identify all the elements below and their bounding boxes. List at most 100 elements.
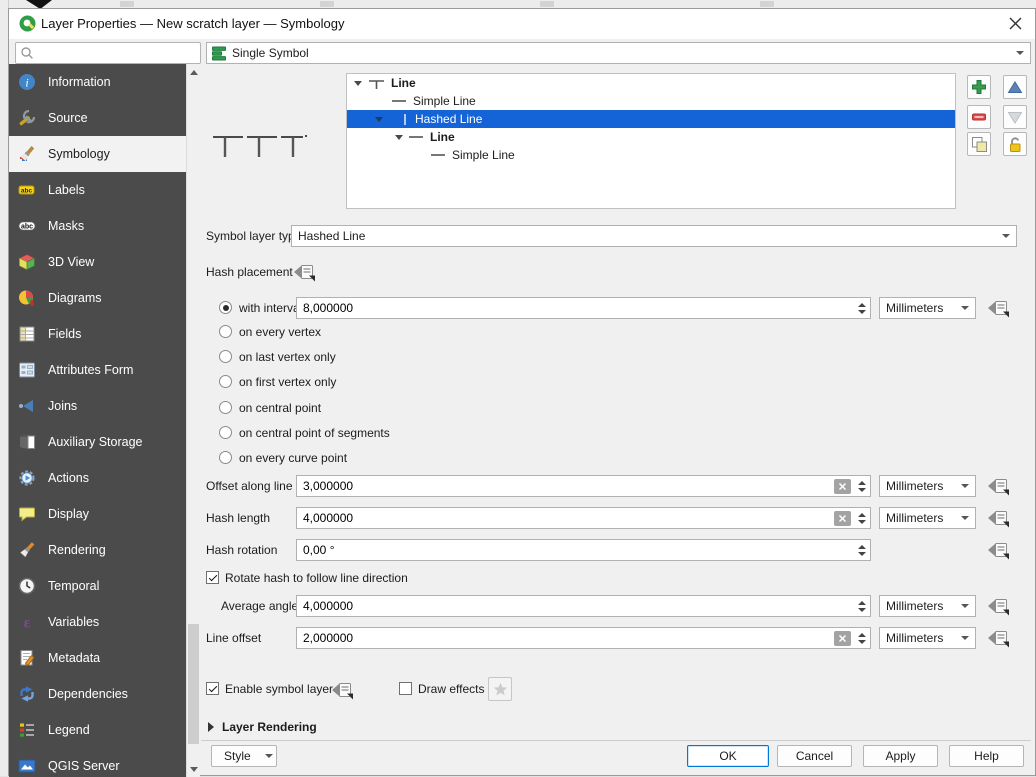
rotate-hash-checkbox[interactable]	[206, 571, 219, 584]
hash-length-unit-combo[interactable]: Millimeters	[879, 507, 976, 529]
data-defined-override-icon[interactable]	[331, 680, 355, 700]
average-angle-spinbox	[296, 595, 871, 617]
with-interval-radio[interactable]	[219, 301, 232, 314]
placement-option-row: on central point	[9, 399, 1035, 417]
spin-up-icon[interactable]	[858, 633, 866, 637]
sidebar-item-legend[interactable]: Legend	[9, 712, 186, 748]
tree-item-simple-line[interactable]: Simple Line	[347, 92, 955, 110]
offset-along-line-label: Offset along line	[206, 475, 293, 497]
clear-value-icon[interactable]	[834, 511, 851, 526]
spin-buttons[interactable]	[854, 476, 870, 496]
spin-up-icon[interactable]	[858, 481, 866, 485]
offset-along-line-unit-combo[interactable]: Millimeters	[879, 475, 976, 497]
tree-item-hashed-line[interactable]: Hashed Line	[347, 110, 955, 128]
apply-button-label: Apply	[885, 749, 915, 763]
help-button[interactable]: Help	[949, 745, 1024, 767]
ok-button[interactable]: OK	[687, 745, 769, 767]
clear-value-icon[interactable]	[834, 479, 851, 494]
average-angle-input[interactable]	[297, 598, 854, 614]
sidebar-item-information[interactable]: i Information	[9, 64, 186, 100]
spin-down-icon[interactable]	[858, 488, 866, 492]
spin-buttons[interactable]	[854, 628, 870, 648]
on-central-point-of-segments-radio[interactable]	[219, 426, 232, 439]
draw-effects-checkbox[interactable]	[399, 682, 412, 695]
average-angle-unit-combo[interactable]: Millimeters	[879, 595, 976, 617]
triangle-up-icon	[1007, 80, 1023, 95]
spin-buttons[interactable]	[854, 540, 870, 560]
renderer-combo[interactable]: Single Symbol	[206, 42, 1031, 64]
spin-up-icon[interactable]	[858, 513, 866, 517]
data-defined-override-icon[interactable]	[293, 262, 317, 282]
plus-icon	[971, 79, 987, 95]
on-central-point-radio[interactable]	[219, 401, 232, 414]
symbol-layer-type-combo[interactable]: Hashed Line	[291, 225, 1017, 247]
spin-down-icon[interactable]	[858, 640, 866, 644]
scroll-up-icon[interactable]	[187, 64, 200, 80]
placement-option-label: on central point of segments	[239, 424, 390, 442]
expander-icon[interactable]	[395, 135, 403, 140]
move-layer-up-button[interactable]	[1003, 75, 1027, 99]
data-defined-override-icon[interactable]	[987, 298, 1011, 318]
sidebar-item-symbology[interactable]: Symbology	[9, 136, 186, 172]
offset-along-line-input[interactable]	[297, 478, 834, 494]
layer-rendering-section[interactable]: Layer Rendering	[208, 720, 317, 734]
data-defined-override-icon[interactable]	[987, 628, 1011, 648]
sidebar-item-qgis-server[interactable]: QGIS Server	[9, 748, 186, 777]
spin-buttons[interactable]	[854, 298, 870, 318]
sidebar-item-labels[interactable]: abc Labels	[9, 172, 186, 208]
search-input[interactable]	[38, 44, 200, 64]
expander-icon[interactable]	[375, 117, 383, 122]
interval-unit-combo[interactable]: Millimeters	[879, 297, 976, 319]
customize-effects-button[interactable]	[488, 677, 512, 701]
tree-item-label: Simple Line	[452, 148, 515, 162]
cancel-button[interactable]: Cancel	[777, 745, 852, 767]
style-menu-button[interactable]: Style	[211, 745, 277, 767]
scroll-down-icon[interactable]	[187, 761, 200, 777]
on-last-vertex-only-radio[interactable]	[219, 350, 232, 363]
spin-buttons[interactable]	[854, 508, 870, 528]
qgis-logo-icon	[19, 15, 36, 32]
duplicate-layer-button[interactable]	[967, 132, 991, 156]
simple-line-icon	[431, 154, 445, 156]
sidebar-item-source[interactable]: Source	[9, 100, 186, 136]
placement-option-row: on central point of segments	[9, 424, 1035, 442]
lock-color-button[interactable]	[1003, 132, 1027, 156]
spin-down-icon[interactable]	[858, 520, 866, 524]
add-symbol-layer-button[interactable]	[967, 75, 991, 99]
data-defined-override-icon[interactable]	[987, 508, 1011, 528]
placement-option-label: on every curve point	[239, 449, 347, 467]
clear-value-icon[interactable]	[834, 631, 851, 646]
on-every-vertex-radio[interactable]	[219, 325, 232, 338]
interval-input[interactable]	[297, 300, 854, 316]
tree-item-sub-simple-line[interactable]: Simple Line	[347, 146, 955, 164]
on-first-vertex-only-radio[interactable]	[219, 375, 232, 388]
tree-item-sub-line[interactable]: Line	[347, 128, 955, 146]
on-every-curve-point-radio[interactable]	[219, 451, 232, 464]
spin-down-icon[interactable]	[858, 552, 866, 556]
with-interval-label: with interval	[239, 297, 302, 319]
hash-rotation-input[interactable]	[297, 542, 854, 558]
spin-down-icon[interactable]	[858, 608, 866, 612]
symbol-preview	[209, 111, 309, 173]
line-offset-unit-combo[interactable]: Millimeters	[879, 627, 976, 649]
remove-symbol-layer-button[interactable]	[967, 105, 991, 129]
spin-up-icon[interactable]	[858, 545, 866, 549]
spin-up-icon[interactable]	[858, 601, 866, 605]
data-defined-override-icon[interactable]	[987, 596, 1011, 616]
close-icon[interactable]	[1008, 16, 1023, 31]
data-defined-override-icon[interactable]	[987, 540, 1011, 560]
spin-down-icon[interactable]	[858, 310, 866, 314]
properties-sidebar: i Information Source Symbology abc Label…	[9, 64, 200, 777]
spin-buttons[interactable]	[854, 596, 870, 616]
dialog-titlebar[interactable]: Layer Properties — New scratch layer — S…	[9, 9, 1035, 39]
apply-button[interactable]: Apply	[863, 745, 938, 767]
tree-item-line[interactable]: Line	[347, 74, 955, 92]
sidebar-scrollbar[interactable]	[186, 64, 200, 777]
line-offset-input[interactable]	[297, 630, 834, 646]
spin-up-icon[interactable]	[858, 303, 866, 307]
enable-symbol-layer-checkbox[interactable]	[206, 682, 219, 695]
hash-length-input[interactable]	[297, 510, 834, 526]
data-defined-override-icon[interactable]	[987, 476, 1011, 496]
expander-icon[interactable]	[354, 81, 362, 86]
move-layer-down-button[interactable]	[1003, 105, 1027, 129]
